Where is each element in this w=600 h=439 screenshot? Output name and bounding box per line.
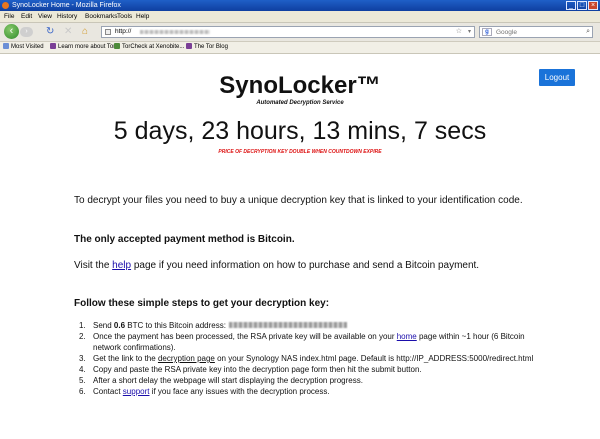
countdown-timer: 5 days, 23 hours, 13 mins, 7 secs — [113, 117, 487, 145]
help-paragraph: Visit the help page if you need informat… — [74, 260, 480, 271]
steps-list: 1. Send 0.6 BTC to this Bitcoin address: … — [74, 320, 544, 397]
bookmark-learn-tor[interactable]: Learn more about Tor — [50, 42, 115, 53]
window-title: SynoLocker Home - Mozilla Firefox — [12, 2, 121, 9]
step-6: 6. Contact support if you face any issues… — [79, 387, 330, 396]
search-input[interactable] — [496, 27, 581, 37]
address-value: http:// — [115, 28, 132, 35]
search-icon[interactable]: ⌕ — [586, 27, 590, 37]
bookmark-icon — [3, 43, 9, 49]
step-3: 3. Get the link to the decryption page on… — [79, 354, 534, 363]
page-content: Logout SynoLocker™ Automated Decryption … — [0, 54, 600, 439]
firefox-icon — [2, 2, 9, 9]
payment-note: The only accepted payment method is Bitc… — [74, 234, 295, 245]
redacted-url — [140, 30, 210, 34]
btc-amount: 0.6 — [113, 321, 126, 330]
bookmarks-toolbar: Most Visited Learn more about Tor TorChe… — [0, 42, 600, 54]
help-link[interactable]: help — [112, 260, 131, 271]
bookmark-most-visited[interactable]: Most Visited — [3, 42, 44, 53]
star-icon[interactable]: ☆ — [456, 27, 462, 37]
page-favicon-icon — [105, 29, 111, 35]
menu-history[interactable]: History — [57, 11, 77, 22]
menu-file[interactable]: File — [4, 11, 14, 22]
tor-icon — [186, 43, 192, 49]
menu-tools[interactable]: Tools — [117, 11, 132, 22]
stop-icon[interactable]: ✕ — [64, 27, 72, 37]
close-button[interactable]: × — [588, 1, 598, 10]
support-link[interactable]: support — [123, 387, 150, 396]
tor-icon — [50, 43, 56, 49]
menu-help[interactable]: Help — [136, 11, 149, 22]
google-engine-icon[interactable]: g — [482, 28, 492, 36]
price-warning: PRICE OF DECRYPTION KEY DOUBLE WHEN COUN… — [218, 149, 382, 155]
step-4: 4. Copy and paste the RSA private key int… — [79, 365, 422, 374]
page-subtitle: Automated Decryption Service — [256, 100, 344, 106]
menu-bookmarks[interactable]: Bookmarks — [85, 11, 118, 22]
step-2: 2. Once the payment has been processed, t… — [79, 332, 525, 352]
steps-heading: Follow these simple steps to get your de… — [74, 298, 330, 309]
forward-icon[interactable]: › — [20, 27, 33, 37]
search-box[interactable]: g ⌕ — [479, 26, 593, 38]
maximize-button[interactable]: □ — [577, 1, 587, 10]
home-link[interactable]: home — [397, 332, 417, 341]
intro-text: To decrypt your files you need to buy a … — [74, 195, 523, 206]
minimize-button[interactable]: _ — [566, 1, 576, 10]
back-icon[interactable]: ‹ — [4, 24, 19, 39]
step-5: 5. After a short delay the webpage will s… — [79, 376, 363, 385]
reload-icon[interactable]: ↻ — [46, 27, 54, 37]
chevron-down-icon[interactable]: ▾ — [468, 27, 471, 37]
menu-view[interactable]: View — [38, 11, 52, 22]
page-title: SynoLocker™ — [219, 72, 381, 99]
window-titlebar: SynoLocker Home - Mozilla Firefox _ □ × — [0, 0, 600, 11]
menu-edit[interactable]: Edit — [21, 11, 32, 22]
menu-bar: File Edit View History Bookmarks Tools H… — [0, 11, 600, 23]
decryption-page-text: decryption page — [157, 354, 215, 363]
redacted-bitcoin-address — [228, 322, 347, 328]
step-1: 1. Send 0.6 BTC to this Bitcoin address: — [74, 320, 544, 331]
bookmark-torcheck[interactable]: TorCheck at Xenobite... — [114, 42, 184, 53]
address-bar[interactable]: http:// ☆ ▾ — [101, 26, 475, 38]
tor-icon — [114, 43, 120, 49]
home-icon[interactable]: ⌂ — [82, 27, 88, 37]
bookmark-tor-blog[interactable]: The Tor Blog — [186, 42, 228, 53]
navigation-toolbar: ‹ › ↻ ✕ ⌂ http:// ☆ ▾ g ⌕ — [0, 23, 600, 42]
